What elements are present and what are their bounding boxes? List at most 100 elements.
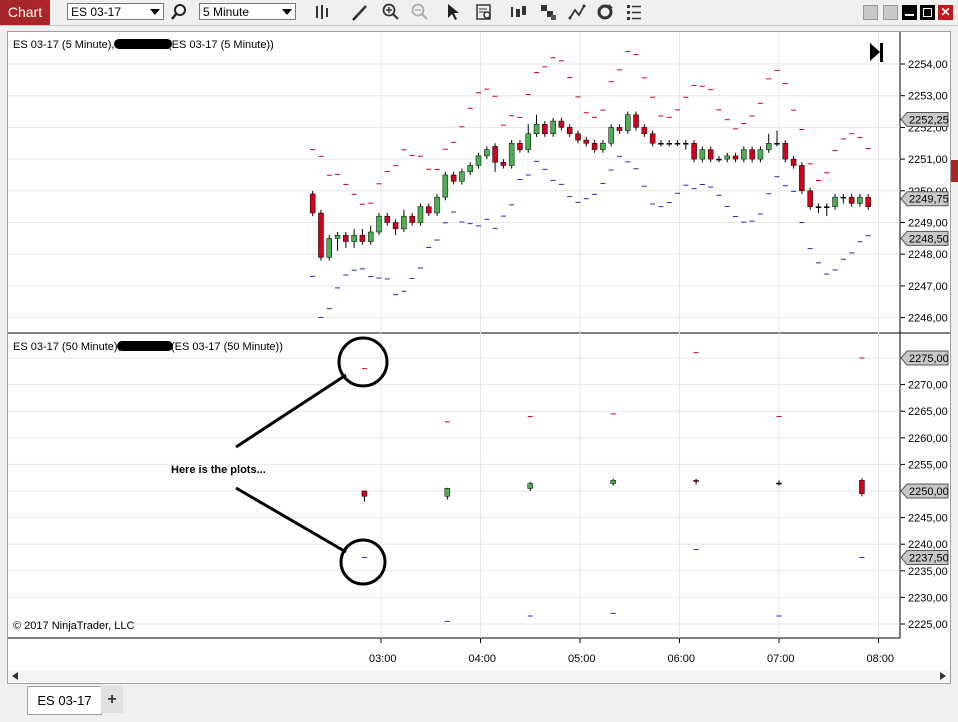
refresh-icon[interactable] [595, 2, 615, 22]
candle-body [610, 480, 616, 484]
candle-body [401, 215, 407, 230]
time-tick-label: 07:00 [767, 653, 795, 665]
candle-body [384, 215, 391, 223]
zoom-in-icon[interactable] [381, 2, 401, 22]
candle-body [343, 234, 349, 242]
candle-body [807, 190, 813, 207]
close-icon: ✕ [940, 5, 951, 19]
price-marker: 2237,50 [900, 550, 949, 565]
redacted-block [114, 39, 172, 49]
candle-body [776, 482, 782, 485]
candle-body [732, 155, 739, 160]
annotation-circle-bottom [339, 538, 387, 586]
instrument-selector[interactable]: ES 03-17 [67, 3, 164, 20]
scroll-to-end-icon[interactable] [870, 43, 883, 62]
candle-body [782, 143, 789, 160]
tab-es-03-17[interactable]: ES 03-17 [27, 686, 102, 715]
price-tick-label: 2270,00 [908, 380, 948, 392]
candle-body [575, 133, 581, 141]
candle-body [359, 234, 366, 242]
maximize-button[interactable] [920, 5, 935, 20]
price-tick-label: 2246,00 [908, 313, 948, 325]
candle-body [361, 490, 368, 497]
candle-body [625, 114, 631, 131]
candle-body [693, 480, 699, 482]
candle-body [533, 123, 540, 134]
candle-body [467, 165, 473, 173]
tab-bar: ES 03-17 + [0, 684, 958, 722]
candle-body [716, 158, 722, 161]
panel1-label-suffix: (ES 03-17 (5 Minute)) [168, 39, 274, 51]
candle-body [765, 143, 772, 150]
candle-body [658, 143, 664, 145]
candle-body [334, 234, 341, 239]
window-option-button[interactable] [863, 5, 878, 20]
panel1-plots [309, 50, 871, 318]
price-tick-label: 2253,00 [908, 91, 948, 103]
maximize-icon [923, 8, 932, 17]
candle-body [351, 234, 357, 242]
annotation-arrow-bottom [235, 486, 347, 554]
bars-type-icon[interactable] [313, 2, 333, 22]
candle-body [824, 206, 830, 208]
time-tick-label: 08:00 [867, 653, 895, 665]
zoom-out-icon[interactable] [410, 2, 430, 22]
candle-body [566, 127, 573, 134]
candle-body [749, 149, 755, 160]
candle-body [484, 149, 490, 157]
candle-body [409, 215, 415, 223]
candle-body [633, 114, 639, 128]
minimize-icon [905, 14, 914, 16]
candle-body [799, 165, 805, 192]
properties-icon[interactable] [624, 2, 644, 22]
chart-menu-button[interactable]: Chart [0, 0, 50, 25]
candle-body [774, 143, 780, 145]
interval-selector[interactable]: 5 Minute [199, 3, 296, 20]
panel2-price-axis: 2275,00 2270,00 2265,00 2260,00 2255,00 2250,… [900, 350, 949, 631]
candle-body [475, 155, 482, 166]
candle-body [848, 196, 855, 204]
chart-style-icon[interactable] [538, 2, 558, 22]
price-tick-label: 2255,00 [908, 459, 948, 471]
drawing-tools-icon[interactable] [567, 2, 587, 22]
candle-body [367, 231, 374, 242]
price-marker-label: 2237,50 [909, 553, 949, 565]
candle-body [500, 162, 507, 166]
price-tick-label: 2251,00 [908, 154, 948, 166]
candle-body [326, 238, 332, 258]
interval-value: 5 Minute [203, 5, 250, 19]
minimize-button[interactable] [902, 5, 917, 20]
price-chart[interactable]: ES 03-17 (5 Minute), (ES 03-17 (5 Minute… [8, 32, 950, 683]
candle-body [608, 127, 614, 144]
close-button[interactable]: ✕ [938, 5, 953, 20]
price-tick-label: 2265,00 [908, 406, 948, 418]
price-tick-label: 2245,00 [908, 513, 948, 525]
bar-type-icon[interactable] [508, 2, 528, 22]
price-tick-label: 2247,00 [908, 281, 948, 293]
price-marker: 2275,00 [900, 350, 949, 366]
window-option-button-2[interactable] [883, 5, 898, 20]
copyright-text: © 2017 NinjaTrader, LLC [13, 620, 134, 632]
search-icon[interactable] [169, 2, 189, 22]
candle-body [840, 196, 847, 199]
price-marker-label: 2249,75 [909, 194, 949, 206]
panel1-label: ES 03-17 (5 Minute), [13, 39, 115, 51]
candle-body [309, 193, 316, 214]
data-box-icon[interactable] [474, 2, 494, 22]
price-tick-label: 2235,00 [908, 566, 948, 578]
time-tick-label: 06:00 [668, 653, 696, 665]
chart-area[interactable]: ES 03-17 (5 Minute), (ES 03-17 (5 Minute… [7, 31, 951, 684]
candle-body [542, 123, 548, 134]
add-tab-button[interactable]: + [101, 686, 123, 713]
candle-body [859, 480, 865, 494]
candle-body [683, 143, 689, 145]
horizontal-scrollbar[interactable] [8, 670, 950, 682]
candle-body [641, 127, 648, 134]
pointer-icon[interactable] [443, 2, 463, 22]
candle-body [525, 133, 531, 150]
side-panel-handle[interactable] [951, 160, 958, 182]
panel2-label: ES 03-17 (50 Minute), [13, 341, 121, 353]
draw-pencil-icon[interactable] [350, 2, 370, 22]
candle-body [527, 483, 533, 489]
candle-body [674, 143, 681, 145]
